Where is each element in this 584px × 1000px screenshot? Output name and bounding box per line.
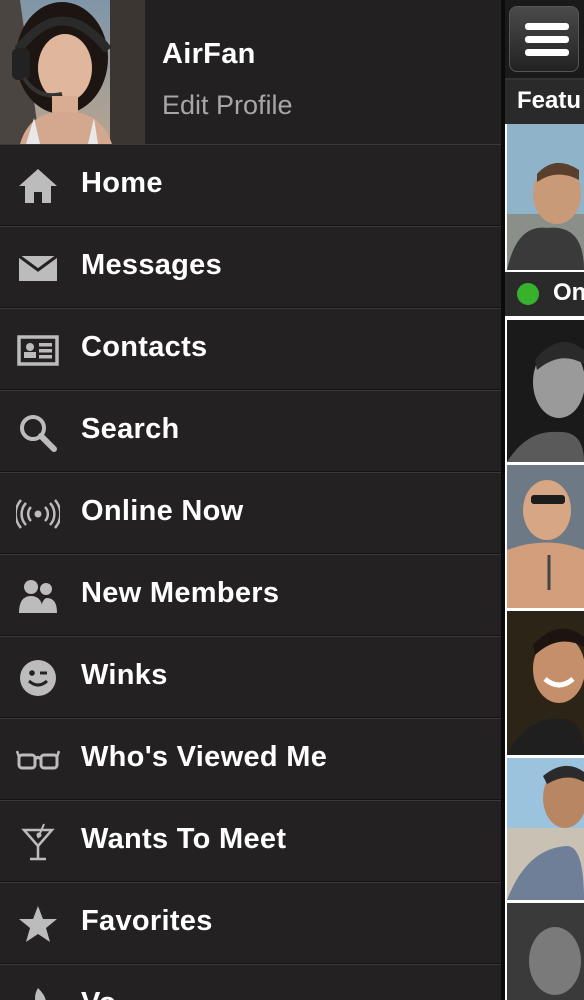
menu-toggle-button[interactable] bbox=[509, 6, 579, 72]
featured-section-header: Featu bbox=[505, 80, 584, 124]
star-icon bbox=[16, 904, 60, 944]
online-label: On bbox=[553, 279, 584, 306]
featured-label: Featu bbox=[517, 87, 582, 114]
menu-item-label: Favorites bbox=[81, 905, 213, 937]
menu-item-label: Home bbox=[81, 167, 163, 199]
edit-profile-link[interactable]: Edit Profile bbox=[162, 90, 293, 121]
menu-item-label: Winks bbox=[81, 659, 168, 691]
hamburger-line bbox=[525, 23, 569, 30]
contact-card-icon bbox=[16, 330, 60, 370]
top-bar bbox=[505, 0, 584, 80]
broadcast-icon bbox=[16, 494, 60, 534]
envelope-icon bbox=[16, 248, 60, 288]
online-section-header: On bbox=[505, 272, 584, 316]
menu-item-contacts[interactable]: Contacts bbox=[0, 308, 503, 390]
menu-item-favorites[interactable]: Favorites bbox=[0, 882, 503, 964]
menu-item-search[interactable]: Search bbox=[0, 390, 503, 472]
people-icon bbox=[16, 576, 60, 616]
menu-item-label: New Members bbox=[81, 577, 280, 609]
member-photo[interactable] bbox=[507, 320, 584, 462]
menu-item-label: Messages bbox=[81, 249, 223, 281]
menu-item-winks[interactable]: Winks bbox=[0, 636, 503, 718]
menu-item-label: Search bbox=[81, 413, 180, 445]
home-icon bbox=[16, 166, 60, 206]
menu-item-label: Contacts bbox=[81, 331, 208, 363]
menu-item-online-now[interactable]: Online Now bbox=[0, 472, 503, 554]
menu-item-whos-viewed-me[interactable]: Who's Viewed Me bbox=[0, 718, 503, 800]
avatar[interactable] bbox=[0, 0, 145, 144]
featured-photo[interactable] bbox=[507, 124, 584, 270]
menu-item-label: Vo... bbox=[81, 987, 142, 1000]
side-menu: AirFan Edit Profile Home Messages Contac… bbox=[0, 0, 503, 1000]
wink-face-icon bbox=[16, 658, 60, 698]
member-photo[interactable] bbox=[507, 758, 584, 900]
menu-item-home[interactable]: Home bbox=[0, 144, 503, 226]
member-photo[interactable] bbox=[507, 611, 584, 755]
cocktail-icon bbox=[16, 822, 60, 862]
menu-item-wants-to-meet[interactable]: Wants To Meet bbox=[0, 800, 503, 882]
menu-item-label: Online Now bbox=[81, 495, 244, 527]
menu-item-partial[interactable]: Vo... bbox=[0, 964, 503, 1000]
profile-header[interactable]: AirFan Edit Profile bbox=[0, 0, 503, 144]
hamburger-line bbox=[525, 36, 569, 43]
menu-item-label: Who's Viewed Me bbox=[81, 741, 328, 773]
member-photo[interactable] bbox=[507, 903, 584, 1000]
search-icon bbox=[16, 412, 60, 452]
menu-item-new-members[interactable]: New Members bbox=[0, 554, 503, 636]
profile-username: AirFan bbox=[162, 38, 256, 70]
main-content: Featu On bbox=[505, 0, 584, 1000]
menu-item-messages[interactable]: Messages bbox=[0, 226, 503, 308]
menu-item-label: Wants To Meet bbox=[81, 823, 287, 855]
flame-icon bbox=[16, 986, 60, 1000]
member-photo[interactable] bbox=[507, 465, 584, 608]
glasses-icon bbox=[16, 740, 60, 780]
menu-list: Home Messages Contacts Search Online Now bbox=[0, 144, 503, 1000]
hamburger-line bbox=[525, 49, 569, 56]
online-status-dot bbox=[517, 283, 539, 305]
